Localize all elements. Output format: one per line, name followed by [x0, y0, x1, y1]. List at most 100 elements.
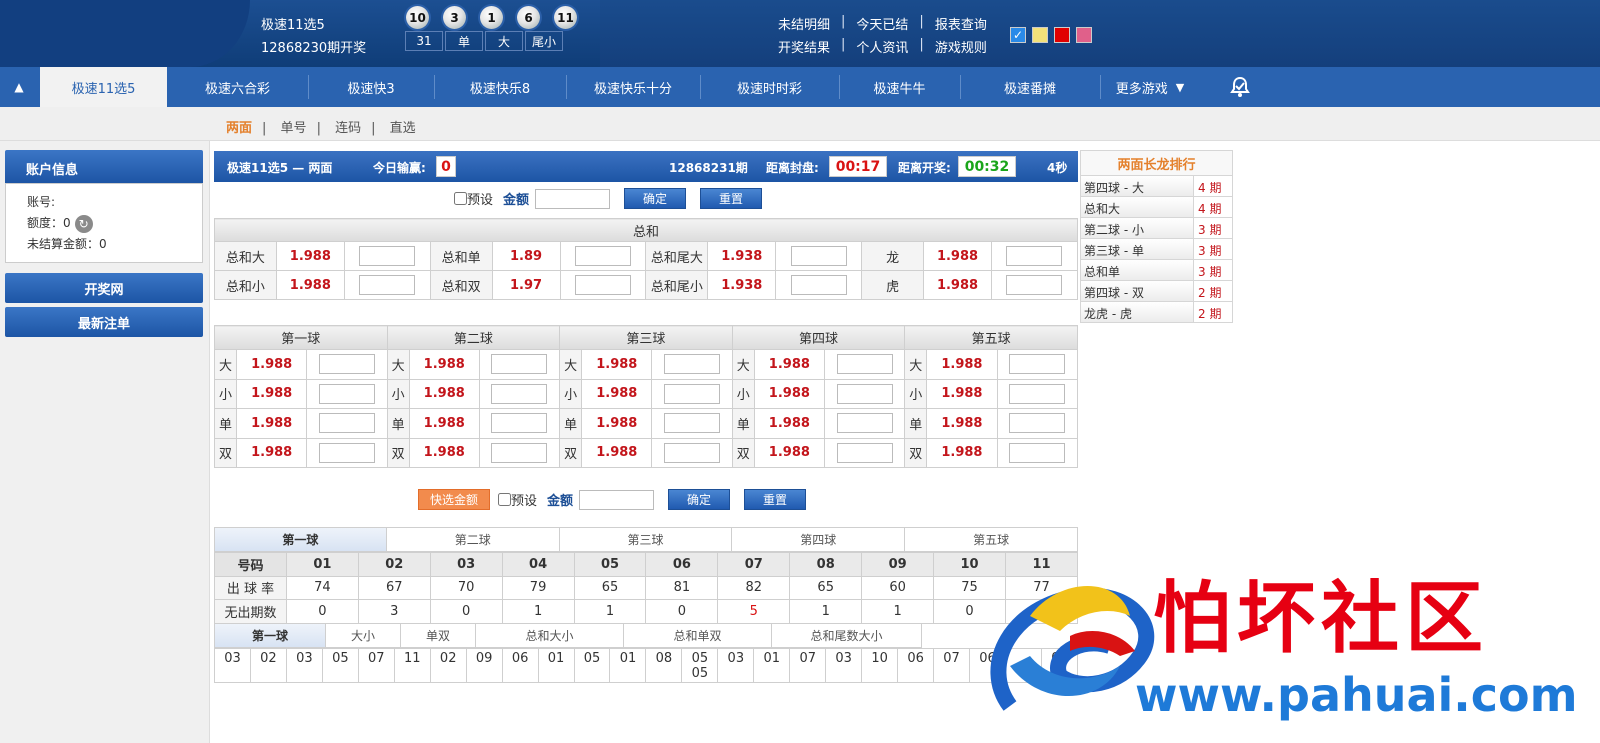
- bet-amount-input[interactable]: [664, 442, 721, 463]
- today-label: 今日输赢:: [373, 161, 426, 175]
- ball-header: 第四球: [731, 325, 906, 350]
- nav-tab-nn[interactable]: 极速牛牛: [839, 67, 960, 107]
- bet-amount-input[interactable]: [1009, 413, 1066, 434]
- sum-bet-cell: [559, 241, 647, 271]
- bet-amount-input[interactable]: [491, 354, 548, 375]
- bet-amount-input[interactable]: [1006, 246, 1063, 266]
- bet-amount-input[interactable]: [318, 383, 375, 404]
- sum-bet-cell: [343, 270, 431, 300]
- bet-amount-input[interactable]: [1009, 383, 1066, 404]
- bet-amount-input[interactable]: [836, 442, 893, 463]
- sum-cell-odds: 1.89: [491, 241, 561, 271]
- bet-amount-input[interactable]: [836, 383, 893, 404]
- theme-yellow-swatch[interactable]: [1032, 27, 1048, 43]
- lottery-site-button[interactable]: 开奖网: [5, 273, 203, 303]
- amount-input[interactable]: [535, 188, 611, 209]
- link-reports[interactable]: 报表查询: [935, 14, 987, 33]
- stats-cell: 82: [717, 575, 791, 600]
- bet-amount-input[interactable]: [318, 442, 375, 463]
- reset-button-2[interactable]: 重置: [744, 489, 807, 510]
- theme-red-swatch[interactable]: [1054, 27, 1070, 43]
- stats-cell: 03: [429, 552, 503, 577]
- link-unsettled[interactable]: 未结明细: [778, 14, 830, 33]
- bet-amount-input[interactable]: [359, 246, 416, 266]
- link-results[interactable]: 开奖结果: [778, 37, 830, 56]
- amount-input-2[interactable]: [579, 489, 655, 510]
- collapse-icon[interactable]: ▲: [0, 67, 38, 107]
- nav-tab-ssc[interactable]: 极速时时彩: [700, 67, 839, 107]
- trend-cell: 10: [861, 648, 899, 683]
- subnav-single[interactable]: 单号: [281, 121, 307, 136]
- long-dragon-ranking: 两面长龙排行 第四球 - 大4 期总和大 4 期第二球 - 小3 期第三球 - 单…: [1080, 150, 1233, 323]
- sidebar: 账户信息 账号: 额度：0 ↻ 未结算金额：0 开奖网 最新注单: [0, 141, 210, 743]
- bell-icon[interactable]: [1222, 67, 1258, 107]
- credit-label: 额度：0: [27, 216, 71, 230]
- nav-tab-kl8[interactable]: 极速快乐8: [434, 67, 566, 107]
- stats-tab[interactable]: 第三球: [559, 527, 733, 552]
- confirm-button[interactable]: 确定: [624, 188, 687, 209]
- stats-tab[interactable]: 第二球: [386, 527, 560, 552]
- nav-more-games[interactable]: 更多游戏 ▼: [1100, 67, 1200, 107]
- bet-amount-input[interactable]: [790, 275, 847, 295]
- quick-amount-button[interactable]: 快选金额: [418, 489, 490, 510]
- trend-tab[interactable]: 第一球: [214, 623, 326, 648]
- bet-amount-input[interactable]: [836, 354, 893, 375]
- sum-cell-label: 总和尾小: [645, 270, 709, 300]
- link-settled-today[interactable]: 今天已结: [856, 14, 908, 33]
- sum-bet-cell: [775, 241, 863, 271]
- trend-tab[interactable]: 单双: [401, 623, 476, 648]
- bet-amount-input[interactable]: [790, 246, 847, 266]
- ball-bet-cell: [478, 408, 561, 439]
- ball-bet-table: 第一球 第二球 第三球 第四球 第五球大 1.988 大 1.988 大 1.988 大 1.988 大…: [213, 325, 1079, 468]
- refresh-icon[interactable]: ↻: [74, 214, 93, 233]
- preset-checkbox[interactable]: [454, 192, 467, 205]
- bet-amount-input[interactable]: [491, 413, 548, 434]
- nav-tab-11x5[interactable]: 极速11选5: [40, 67, 167, 107]
- game-name: 极速11选5: [261, 18, 325, 33]
- bet-amount-input[interactable]: [491, 442, 548, 463]
- nav-tab-klsf[interactable]: 极速快乐十分: [566, 67, 700, 107]
- stats-cell: 5: [717, 599, 791, 624]
- ball-option-odds: 1.988: [408, 437, 480, 468]
- latest-bets-button[interactable]: 最新注单: [5, 307, 203, 337]
- subnav-direct[interactable]: 直选: [390, 121, 416, 136]
- confirm-button-2[interactable]: 确定: [668, 489, 731, 510]
- bet-amount-input[interactable]: [1009, 354, 1066, 375]
- ball-option-odds: 1.988: [926, 437, 998, 468]
- nav-tab-ft[interactable]: 极速番摊: [960, 67, 1100, 107]
- stats-tab[interactable]: 第一球: [214, 527, 387, 552]
- theme-blue-swatch[interactable]: ✓: [1010, 27, 1026, 43]
- ball-option-label: 大: [904, 349, 928, 380]
- link-profile[interactable]: 个人资讯: [856, 37, 908, 56]
- bet-amount-input[interactable]: [318, 413, 375, 434]
- nav-tab-k3[interactable]: 极速快3: [308, 67, 434, 107]
- reset-button[interactable]: 重置: [700, 188, 763, 209]
- theme-pink-swatch[interactable]: [1076, 27, 1092, 43]
- trend-tab[interactable]: 大小: [326, 623, 401, 648]
- nav-tab-lhc[interactable]: 极速六合彩: [167, 67, 308, 107]
- bet-amount-input[interactable]: [1009, 442, 1066, 463]
- amount-label-2: 金额: [547, 494, 574, 509]
- bet-amount-input[interactable]: [574, 246, 631, 266]
- bet-amount-input[interactable]: [359, 275, 416, 295]
- bet-amount-input[interactable]: [836, 413, 893, 434]
- trend-tab[interactable]: 总和单双: [624, 623, 772, 648]
- trend-tab[interactable]: 总和尾数大小: [772, 623, 922, 648]
- bet-amount-input[interactable]: [574, 275, 631, 295]
- bet-amount-input[interactable]: [491, 383, 548, 404]
- sum-bet-cell: [559, 270, 647, 300]
- stats-tab[interactable]: 第四球: [732, 527, 906, 552]
- ranking-item: 第四球 - 大: [1081, 176, 1193, 196]
- bet-amount-input[interactable]: [664, 413, 721, 434]
- bet-amount-input[interactable]: [1006, 275, 1063, 295]
- link-rules[interactable]: 游戏规则: [935, 37, 987, 56]
- preset-checkbox-2[interactable]: [498, 493, 511, 506]
- bet-amount-input[interactable]: [664, 383, 721, 404]
- stats-tab[interactable]: 第五球: [905, 527, 1078, 552]
- ball-option-label: 双: [904, 437, 928, 468]
- bet-amount-input[interactable]: [664, 354, 721, 375]
- subnav-two-sides[interactable]: 两面: [226, 121, 252, 136]
- bet-amount-input[interactable]: [318, 354, 375, 375]
- trend-tab[interactable]: 总和大小: [476, 623, 624, 648]
- subnav-combo[interactable]: 连码: [335, 121, 361, 136]
